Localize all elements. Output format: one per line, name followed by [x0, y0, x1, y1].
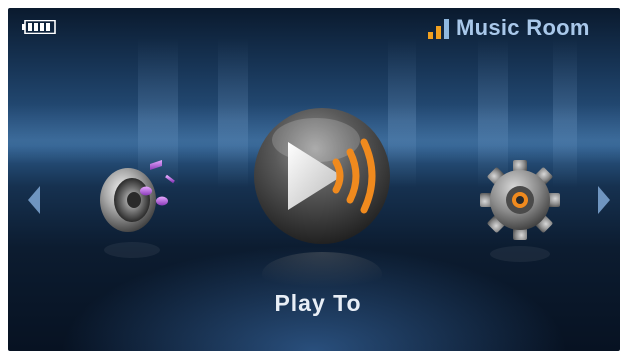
menu-item-settings[interactable]: [472, 154, 564, 264]
speaker-music-icon: [100, 160, 175, 258]
signal-strength-icon: [428, 19, 450, 39]
battery-full-icon: [22, 19, 56, 35]
device-screen: Music Room Play To: [8, 8, 620, 351]
gear-icon: [480, 160, 560, 262]
play-to-icon: [254, 108, 390, 296]
status-bar: Music Room: [8, 8, 620, 46]
menu-item-play-to[interactable]: [240, 106, 404, 296]
app-title: Music Room: [456, 15, 590, 40]
menu-item-music[interactable]: [92, 150, 180, 260]
selected-item-label: Play To: [274, 290, 362, 316]
arrow-left-icon[interactable]: [26, 184, 42, 216]
arrow-right-icon[interactable]: [596, 184, 612, 216]
